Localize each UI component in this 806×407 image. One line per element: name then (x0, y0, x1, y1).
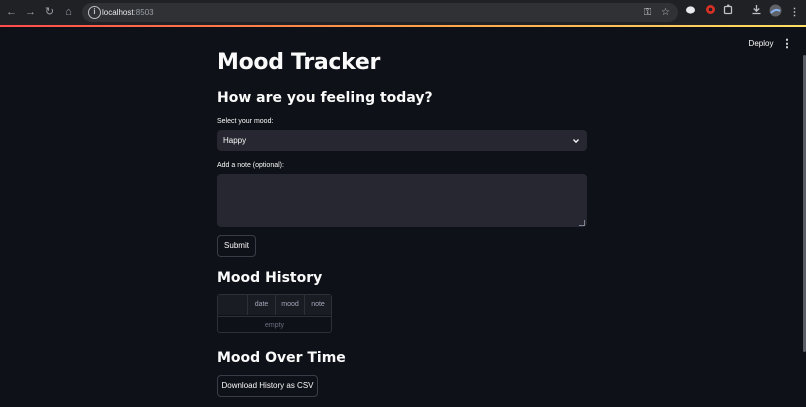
browser-toolbar: ← → ↻ ⌂ i localhost:8503 ⚿ ☆ ⋮ (0, 0, 806, 25)
section-heading-history: Mood History (217, 270, 323, 286)
download-icon[interactable] (748, 4, 765, 21)
extension-icon[interactable] (682, 4, 699, 21)
info-icon[interactable]: i (88, 6, 101, 19)
puzzle-icon[interactable] (720, 4, 737, 21)
deploy-button[interactable]: Deploy (743, 36, 779, 52)
profile-icon[interactable] (767, 4, 784, 21)
header-decoration-bar (0, 25, 806, 27)
mood-select-value: Happy (223, 136, 247, 145)
mood-select-label: Select your mood: (217, 118, 274, 125)
home-icon[interactable]: ⌂ (60, 4, 77, 21)
page-title: Mood Tracker (217, 50, 381, 75)
table-header: date mood note (218, 295, 331, 315)
column-header-mood[interactable]: mood (275, 295, 304, 315)
mood-select[interactable]: Happy (217, 130, 587, 151)
table-index-header (218, 295, 247, 315)
section-heading-over-time: Mood Over Time (217, 350, 346, 366)
column-header-date[interactable]: date (247, 295, 275, 315)
submit-button[interactable]: Submit (217, 235, 256, 257)
table-empty-message: empty (218, 316, 331, 333)
back-icon[interactable]: ← (3, 4, 20, 21)
download-csv-button[interactable]: Download History as CSV (217, 375, 318, 397)
password-key-icon[interactable]: ⚿ (640, 5, 655, 20)
app-menu-icon[interactable]: ⋮ (781, 36, 793, 52)
history-table[interactable]: date mood note empty (217, 294, 332, 333)
star-icon[interactable]: ☆ (658, 5, 673, 20)
menu-icon[interactable]: ⋮ (786, 4, 803, 21)
chevron-down-icon (572, 130, 580, 151)
resize-handle-icon[interactable] (579, 220, 585, 226)
url-text: localhost:8503 (102, 8, 154, 17)
note-textarea[interactable] (217, 174, 587, 227)
extension-red-icon[interactable] (702, 4, 719, 21)
section-heading-feeling: How are you feeling today? (217, 90, 433, 106)
column-header-note[interactable]: note (304, 295, 331, 315)
note-field-label: Add a note (optional): (217, 162, 284, 169)
address-bar[interactable]: i localhost:8503 ⚿ ☆ (82, 3, 678, 22)
forward-icon[interactable]: → (22, 4, 39, 21)
reload-icon[interactable]: ↻ (41, 4, 58, 21)
